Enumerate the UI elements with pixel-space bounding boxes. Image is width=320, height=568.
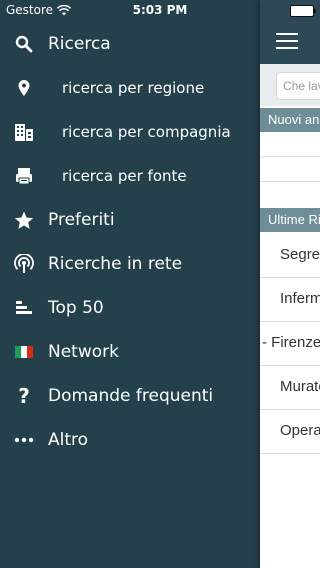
menu-item-ricerca[interactable]: Ricerca [0, 22, 260, 66]
main-content-peek: Che lavoro Nuovi annunci Ultime Ricerche… [260, 0, 320, 568]
menu-item-ricerca-per-compagnia[interactable]: ricerca per compagnia [0, 110, 260, 154]
recent-search-row[interactable]: - Firenze [262, 321, 320, 365]
recent-search-row[interactable]: Infermiere [280, 277, 320, 321]
menu-item-label: Altro [48, 430, 89, 450]
menu-item-label: Domande frequenti [48, 386, 214, 406]
menu-item-label: Ricerca [48, 34, 111, 54]
star-icon [14, 210, 34, 230]
battery-icon [290, 5, 316, 17]
search-bar: Che lavoro [260, 64, 320, 106]
more-dots-icon [14, 430, 34, 450]
menu-item-label: ricerca per compagnia [62, 123, 231, 141]
hamburger-menu-icon[interactable] [276, 33, 298, 49]
menu-item-label: Network [48, 342, 119, 362]
location-pin-icon [14, 78, 34, 98]
broadcast-icon [14, 254, 34, 274]
status-time: 5:03 PM [132, 3, 188, 17]
menu-item-network[interactable]: Network [0, 330, 260, 374]
menu-item-label: ricerca per regione [62, 79, 205, 97]
status-bar: Gestore 5:03 PM [0, 0, 320, 20]
search-input[interactable]: Che lavoro [276, 72, 320, 100]
section-header-recent-searches: Ultime Ricerche [260, 208, 320, 232]
italy-flag-icon [14, 342, 34, 362]
menu-item-ricerca-per-fonte[interactable]: ricerca per fonte [0, 154, 260, 198]
divider [260, 181, 320, 182]
menu-item-altro[interactable]: Altro [0, 418, 260, 462]
side-menu: Ricerca ricerca per regione ricerca per … [0, 20, 260, 568]
divider [260, 156, 320, 157]
menu-item-ricerca-per-regione[interactable]: ricerca per regione [0, 66, 260, 110]
menu-item-label: Ricerche in rete [48, 254, 183, 274]
buildings-icon [14, 122, 34, 142]
menu-item-label: ricerca per fonte [62, 167, 187, 185]
section-header-new-ads: Nuovi annunci [260, 108, 320, 132]
menu-item-top-50[interactable]: Top 50 [0, 286, 260, 330]
menu-item-label: Preferiti [48, 210, 115, 230]
recent-search-row[interactable]: Operaio [280, 409, 320, 453]
menu-item-preferiti[interactable]: Preferiti [0, 198, 260, 242]
recent-search-row[interactable]: Segretaria [280, 233, 320, 277]
recent-search-row[interactable]: Muratore [280, 365, 320, 409]
divider [260, 453, 320, 454]
printer-icon [14, 166, 34, 186]
menu-item-label: Top 50 [48, 298, 104, 318]
bar-chart-icon [14, 298, 34, 318]
menu-item-ricerche-in-rete[interactable]: Ricerche in rete [0, 242, 260, 286]
search-icon [14, 34, 34, 54]
question-icon: ? [18, 384, 30, 408]
menu-item-domande-frequenti[interactable]: ? Domande frequenti [0, 374, 260, 418]
